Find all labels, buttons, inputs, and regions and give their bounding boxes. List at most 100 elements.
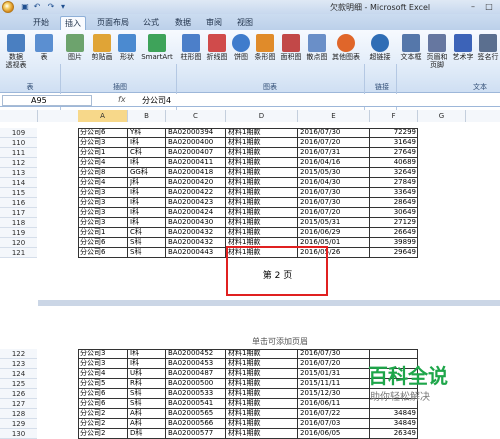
signature-line-icon (479, 34, 497, 52)
row-header[interactable]: 123 (0, 359, 37, 369)
column-header-g[interactable]: G (418, 110, 466, 122)
shapes-icon (118, 34, 136, 52)
name-box[interactable]: A95 (2, 95, 92, 106)
group-label-text: 文本 (473, 83, 487, 91)
tab-data[interactable]: 数据 (171, 16, 195, 30)
undo-icon[interactable]: ↶ (32, 2, 42, 12)
row-header[interactable]: 118 (0, 218, 37, 228)
tab-formulas[interactable]: 公式 (139, 16, 163, 30)
picture-button[interactable]: 图片 (64, 34, 86, 61)
bar-chart-icon (256, 34, 274, 52)
line-chart-button[interactable]: 折线图 (205, 34, 229, 61)
maximize-icon[interactable]: □ (482, 1, 496, 12)
column-header-d[interactable]: D (226, 110, 298, 122)
column-header-b[interactable]: B (128, 110, 166, 122)
row-header[interactable]: 122 (0, 349, 37, 359)
tab-view[interactable]: 视图 (233, 16, 257, 30)
column-header-e[interactable]: E (298, 110, 370, 122)
select-all-corner[interactable] (0, 110, 38, 122)
pie-chart-button[interactable]: 饼图 (231, 34, 251, 61)
group-label-tables: 表 (26, 83, 34, 91)
row-header[interactable]: 127 (0, 399, 37, 409)
pivot-table-button[interactable]: 数据 透视表 (2, 34, 30, 69)
bar-chart-button[interactable]: 条形图 (253, 34, 277, 61)
watermark-subtitle: 助你轻松解决 (370, 392, 430, 403)
fx-icon[interactable]: fx (118, 95, 126, 104)
formula-bar: A95 fx 分公司4 (0, 94, 500, 107)
row-header[interactable]: 115 (0, 188, 37, 198)
row-header[interactable]: 124 (0, 369, 37, 379)
tab-review[interactable]: 审阅 (202, 16, 226, 30)
row-header[interactable]: 125 (0, 379, 37, 389)
column-chart-button[interactable]: 柱形图 (179, 34, 203, 61)
quick-access-dropdown-icon[interactable]: ▾ (58, 2, 68, 12)
area-chart-icon (282, 34, 300, 52)
ribbon: 数据 透视表 表 图片 剪贴画 形状 SmartArt 柱形图 折线图 饼图 条… (0, 30, 500, 120)
smartart-button[interactable]: SmartArt (140, 34, 174, 61)
text-box-icon (402, 34, 420, 52)
table-button[interactable]: 表 (34, 34, 54, 61)
column-header-a[interactable]: A (78, 110, 128, 122)
row-header[interactable]: 111 (0, 148, 37, 158)
smartart-icon (148, 34, 166, 52)
add-header-hint[interactable]: 单击可添加页眉 (230, 336, 330, 347)
wordart-button[interactable]: 艺术字 (451, 34, 475, 61)
row-header[interactable]: 109 (0, 128, 37, 138)
row-header[interactable]: 114 (0, 178, 37, 188)
shapes-button[interactable]: 形状 (116, 34, 138, 61)
clip-art-icon (93, 34, 111, 52)
header-footer-icon (428, 34, 446, 52)
signature-line-button[interactable]: 签名行 (476, 34, 500, 61)
formula-input[interactable]: 分公司4 (142, 95, 171, 106)
row-header[interactable]: 120 (0, 238, 37, 248)
row-header[interactable]: 128 (0, 409, 37, 419)
hyperlink-icon (371, 34, 389, 52)
office-logo-icon[interactable] (2, 1, 14, 13)
row-header[interactable]: 121 (0, 248, 37, 258)
row-header[interactable]: 126 (0, 389, 37, 399)
other-charts-button[interactable]: 其他图表 (331, 34, 361, 61)
redo-icon[interactable]: ↷ (46, 2, 56, 12)
row-header[interactable]: 117 (0, 208, 37, 218)
minimize-icon[interactable]: – (466, 1, 480, 12)
table-outline (78, 128, 418, 258)
pivot-table-icon (7, 34, 25, 52)
row-header[interactable]: 129 (0, 419, 37, 429)
page-footer-label: 第 2 页 (262, 271, 293, 281)
row-header[interactable]: 110 (0, 138, 37, 148)
tab-page-layout[interactable]: 页面布局 (93, 16, 133, 30)
row-header[interactable]: 130 (0, 429, 37, 439)
column-header-c[interactable]: C (166, 110, 226, 122)
area-chart-button[interactable]: 面积图 (279, 34, 303, 61)
scatter-chart-button[interactable]: 散点图 (305, 34, 329, 61)
column-chart-icon (182, 34, 200, 52)
hyperlink-button[interactable]: 超链接 (368, 34, 392, 61)
row-header[interactable]: 116 (0, 198, 37, 208)
group-label-links: 链接 (375, 83, 389, 91)
pie-chart-icon (232, 34, 250, 52)
tab-home[interactable]: 开始 (28, 16, 54, 30)
clip-art-button[interactable]: 剪贴画 (88, 34, 116, 61)
row-header[interactable]: 119 (0, 228, 37, 238)
table-icon (35, 34, 53, 52)
line-chart-icon (208, 34, 226, 52)
tab-insert[interactable]: 插入 (60, 16, 86, 30)
row-header[interactable]: 113 (0, 168, 37, 178)
save-icon[interactable]: ▣ (20, 2, 30, 12)
title-bar: ▣ ↶ ↷ ▾ 欠款明细 - Microsoft Excel – □ (0, 0, 500, 14)
header-footer-button[interactable]: 页眉和 页脚 (424, 34, 450, 69)
picture-icon (66, 34, 84, 52)
window-title: 欠款明细 - Microsoft Excel (330, 3, 431, 12)
ribbon-tab-bar: 开始 插入 页面布局 公式 数据 审阅 视图 (0, 14, 500, 30)
group-label-charts: 图表 (263, 83, 277, 91)
other-charts-icon (337, 34, 355, 52)
scatter-chart-icon (308, 34, 326, 52)
wordart-icon (454, 34, 472, 52)
column-headers: A B C D E F G (0, 110, 500, 122)
text-box-button[interactable]: 文本框 (399, 34, 423, 61)
column-header-f[interactable]: F (370, 110, 418, 122)
watermark-title: 百科全说 (368, 364, 448, 388)
row-header[interactable]: 112 (0, 158, 37, 168)
watermark: 百科全说 助你轻松解决 (348, 360, 498, 410)
group-label-illustrations: 插图 (113, 83, 127, 91)
